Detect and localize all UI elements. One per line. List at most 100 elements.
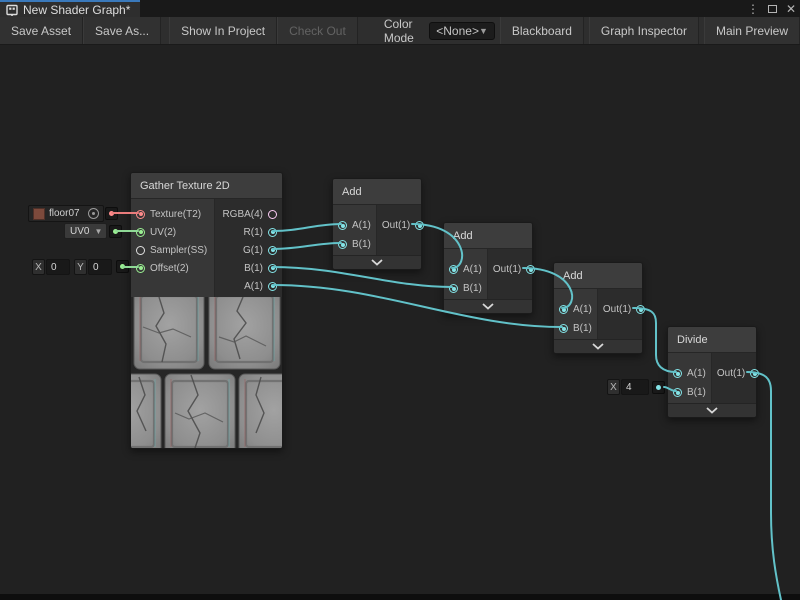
collapse-toggle[interactable] [668,403,756,417]
collapse-toggle[interactable] [554,339,642,353]
texture-asset-name: floor07 [49,208,82,219]
port-label: R(1) [244,227,263,238]
port-label: Out(1) [603,304,631,315]
port-b-in[interactable] [449,284,458,293]
offset-y-label: Y [74,259,87,275]
graph-canvas[interactable]: floor07 UV0 ▼ X 0 Y 0 X 4 Gather Texture… [0,45,800,600]
collapse-toggle[interactable] [333,255,421,269]
graph-inspector-button[interactable]: Graph Inspector [589,17,699,44]
canvas-bottom-edge [0,594,800,600]
port-a-in[interactable] [673,369,682,378]
node-title: Add [444,223,532,249]
port-r-out[interactable] [268,228,277,237]
chevron-down-icon: ▼ [94,227,102,236]
port-b-in[interactable] [559,324,568,333]
texture-thumbnail [33,208,45,220]
port-out[interactable] [415,221,424,230]
port-label: UV(2) [150,227,176,238]
port-b-out[interactable] [268,264,277,273]
port-b-in[interactable] [673,388,682,397]
node-title: Add [333,179,421,205]
offset-x-label: X [32,259,45,275]
color-mode-dropdown[interactable]: <None> ▼ [429,22,495,40]
color-mode-value: <None> [436,24,479,38]
offset-x-input[interactable]: 0 [46,259,70,275]
port-label: B(1) [463,283,482,294]
node-gather-texture-2d[interactable]: Gather Texture 2D Texture(T2) UV(2) Samp… [130,172,283,449]
tab-strip: New Shader Graph* ⋮ ✕ [0,0,800,17]
port-label: A(1) [573,304,592,315]
collapse-chevron-icon [706,407,718,414]
divisor-x-input[interactable]: 4 [621,379,649,395]
texture-connector-port[interactable] [105,207,118,220]
collapse-chevron-icon [371,259,383,266]
port-label: Texture(T2) [150,209,201,220]
edge-g-to-add1-b[interactable] [273,243,341,249]
offset-connector-port[interactable] [116,260,129,273]
port-sampler-in[interactable] [136,246,145,255]
node-preview-texture [131,297,282,448]
port-label: A(1) [463,264,482,275]
blackboard-button[interactable]: Blackboard [500,17,584,44]
edge-b-to-add2-b[interactable] [273,267,452,287]
divisor-connector-port[interactable] [652,381,665,394]
port-label: Out(1) [382,220,410,231]
offset-y-input[interactable]: 0 [88,259,112,275]
port-b-in[interactable] [338,240,347,249]
port-g-out[interactable] [268,246,277,255]
close-icon[interactable]: ✕ [786,2,796,16]
port-label: G(1) [243,245,263,256]
port-label: B(1) [352,239,371,250]
port-texture-in[interactable] [136,210,145,219]
port-a-out[interactable] [268,282,277,291]
port-rgba-out[interactable] [268,210,277,219]
uv-connector-port[interactable] [109,225,122,238]
uv-channel-dropdown[interactable]: UV0 ▼ [64,223,107,239]
object-picker-icon[interactable] [88,208,99,219]
edges-layer [0,45,800,600]
edge-r-to-add1-a[interactable] [273,224,341,231]
divisor-x-label: X [607,379,620,395]
port-label: RGBA(4) [222,209,263,220]
tab-title: New Shader Graph* [23,3,130,17]
color-mode-label: Color Mode [358,17,429,44]
chevron-down-icon: ▼ [479,26,488,36]
port-a-in[interactable] [338,221,347,230]
save-asset-button[interactable]: Save Asset [0,17,83,44]
shader-graph-icon [6,4,18,16]
maximize-icon[interactable] [768,5,777,13]
port-a-in[interactable] [559,305,568,314]
port-label: A(1) [244,281,263,292]
collapse-chevron-icon [482,303,494,310]
port-label: A(1) [352,220,371,231]
port-label: Out(1) [717,368,745,379]
save-as-button[interactable]: Save As... [83,17,161,44]
port-out[interactable] [526,265,535,274]
port-offset-in[interactable] [136,264,145,273]
port-label: B(1) [573,323,592,334]
port-a-in[interactable] [449,265,458,274]
shader-graph-window: New Shader Graph* ⋮ ✕ Save Asset Save As… [0,0,800,600]
port-label: B(1) [244,263,263,274]
port-out[interactable] [636,305,645,314]
port-label: Offset(2) [150,263,189,274]
node-add-2[interactable]: Add A(1) B(1) Out(1) [443,222,533,314]
tab-new-shader-graph[interactable]: New Shader Graph* [0,0,140,17]
main-preview-button[interactable]: Main Preview [704,17,800,44]
kebab-menu-icon[interactable]: ⋮ [747,2,759,16]
show-in-project-button[interactable]: Show In Project [169,17,277,44]
check-out-button: Check Out [277,17,358,44]
node-add-1[interactable]: Add A(1) B(1) Out(1) [332,178,422,270]
node-title: Add [554,263,642,289]
node-add-3[interactable]: Add A(1) B(1) Out(1) [553,262,643,354]
node-title: Gather Texture 2D [131,173,282,199]
collapse-toggle[interactable] [444,299,532,313]
port-out[interactable] [750,369,759,378]
node-divide[interactable]: Divide A(1) B(1) Out(1) [667,326,757,418]
uv-channel-value: UV0 [70,226,89,237]
port-label: B(1) [687,387,706,398]
port-uv-in[interactable] [136,228,145,237]
node-title: Divide [668,327,756,353]
port-label: A(1) [687,368,706,379]
texture-asset-field[interactable]: floor07 [28,205,104,222]
